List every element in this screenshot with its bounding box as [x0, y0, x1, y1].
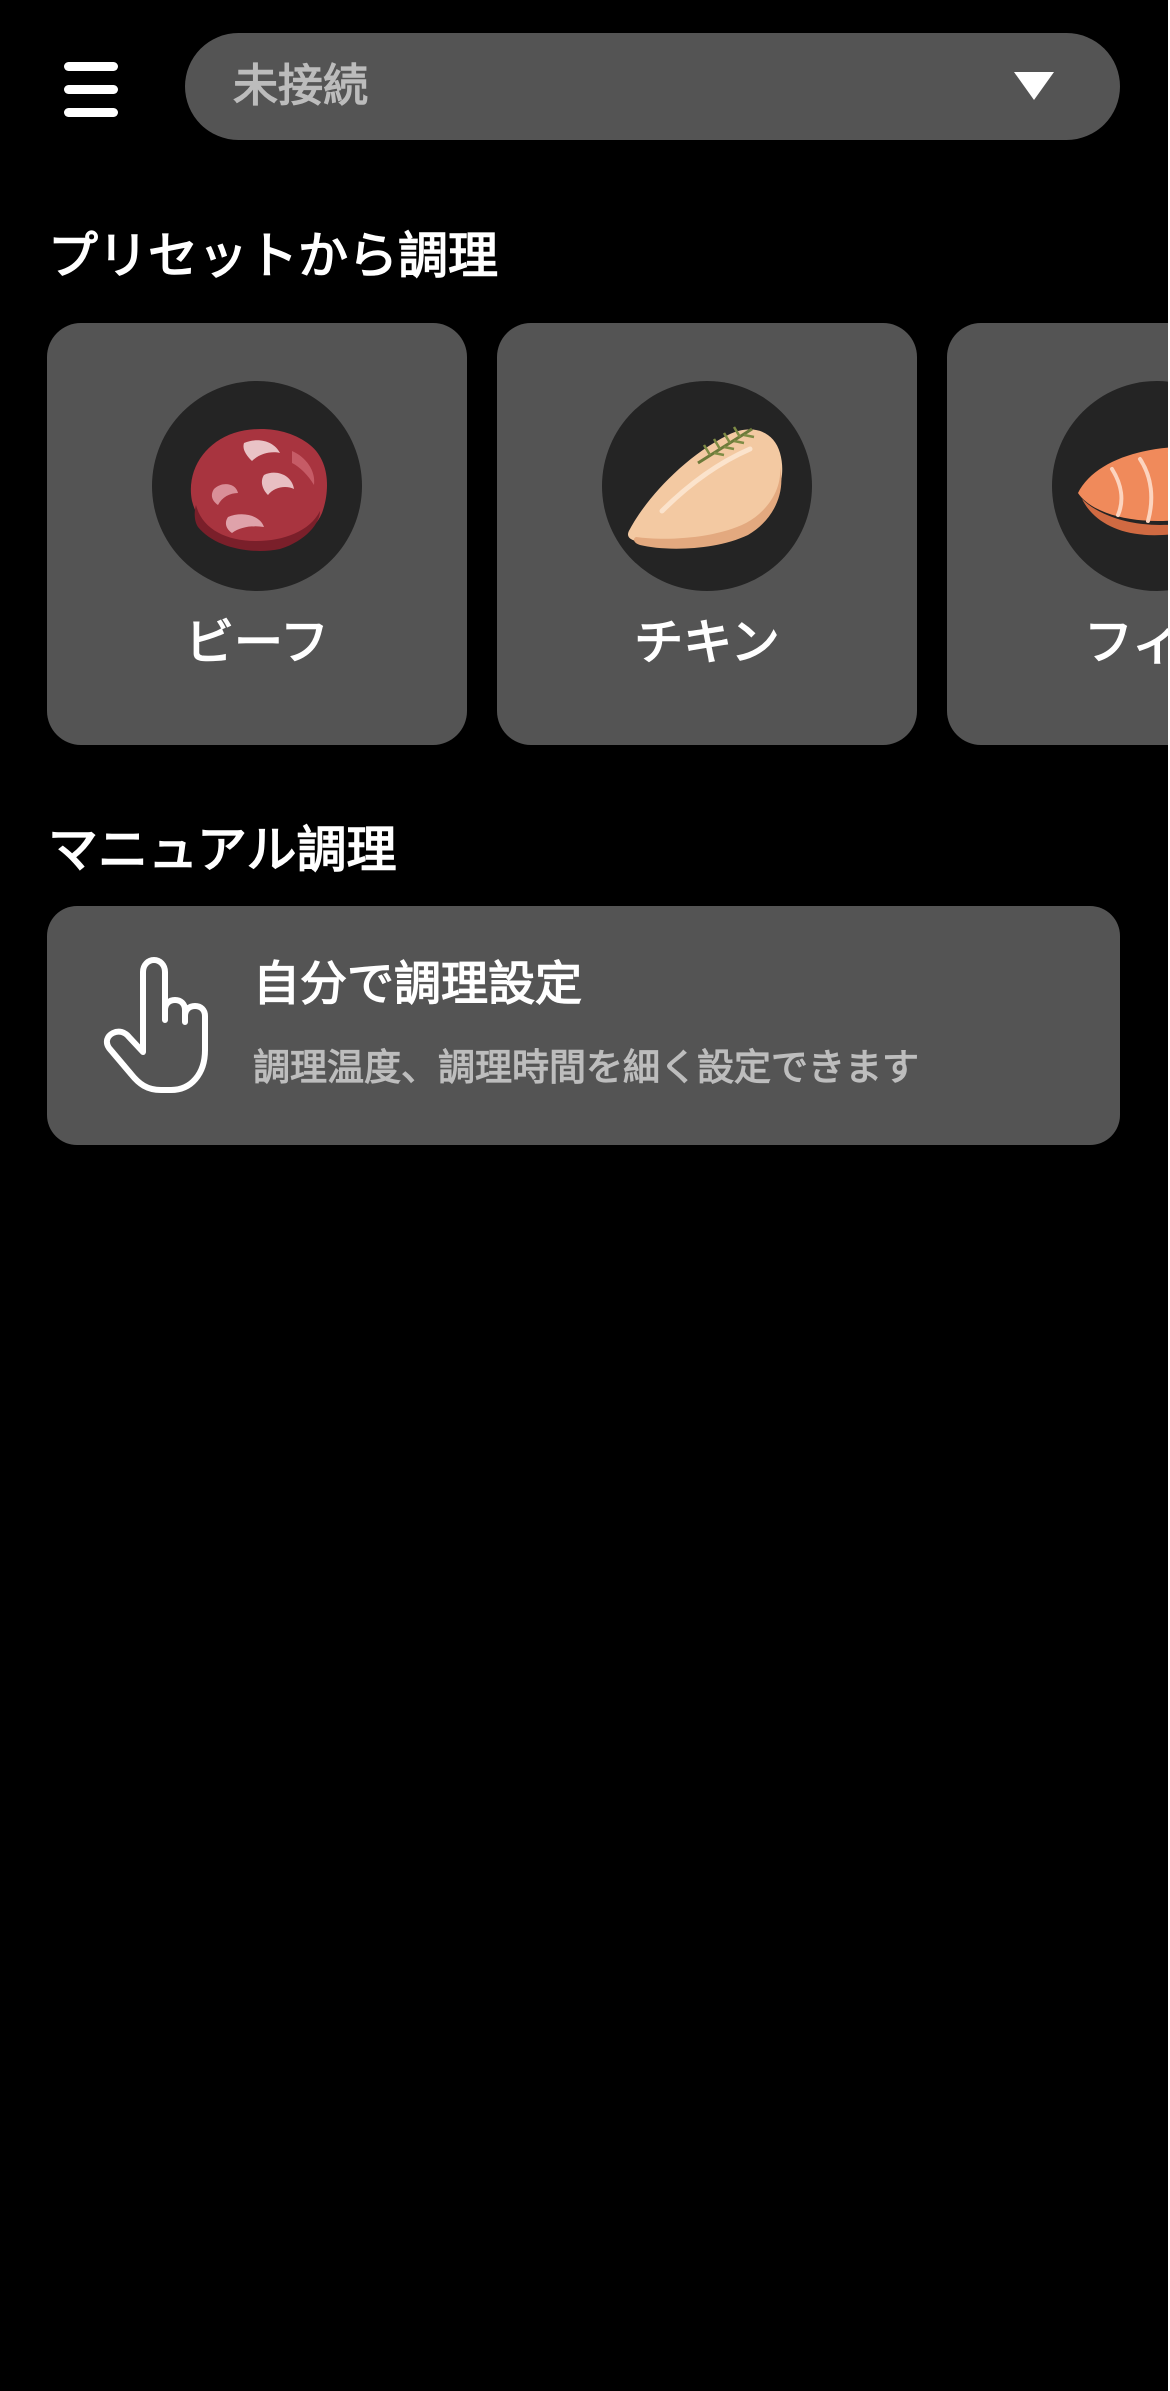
fish-image [1052, 381, 1168, 591]
beef-image [152, 381, 362, 591]
preset-label-beef: ビーフ [184, 614, 330, 671]
hand-pointer-icon [103, 956, 213, 1100]
preset-label-fish: フィッ [1083, 614, 1168, 671]
manual-settings-card[interactable]: 自分で調理設定 調理温度、調理時間を細く設定できます [47, 906, 1120, 1145]
manual-card-description: 調理温度、調理時間を細く設定できます [253, 1046, 919, 1089]
manual-section-title: マニュアル調理 [48, 821, 397, 879]
hamburger-menu-icon [64, 62, 118, 71]
manual-card-title: 自分で調理設定 [253, 957, 582, 1012]
preset-list[interactable]: ビーフ チキン フィッ [0, 323, 1168, 745]
chicken-image [602, 381, 812, 591]
device-select[interactable]: 未接続 [185, 33, 1120, 140]
preset-card-beef[interactable]: ビーフ [47, 323, 467, 745]
preset-section-title: プリセットから調理 [48, 227, 498, 285]
menu-button[interactable] [48, 50, 134, 130]
device-select-value: 未接続 [233, 59, 369, 112]
preset-label-chicken: チキン [634, 614, 780, 671]
preset-card-fish[interactable]: フィッ [947, 323, 1168, 745]
preset-card-chicken[interactable]: チキン [497, 323, 917, 745]
triangle-down-icon [1014, 72, 1054, 100]
